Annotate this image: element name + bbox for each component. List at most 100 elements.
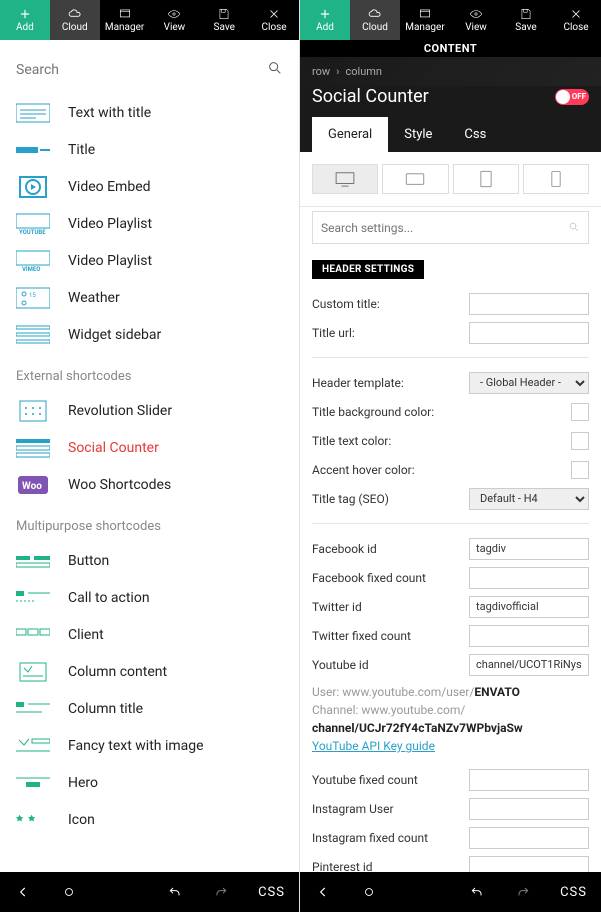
svg-text:YOUTUBE: YOUTUBE [19,229,46,235]
search-row [0,40,299,94]
icon-icon [16,809,50,831]
swatch-title-bg[interactable] [571,403,589,421]
save-button[interactable]: Save [199,0,249,40]
input-custom-title[interactable] [469,293,589,315]
save-icon [517,7,535,21]
input-tw-id[interactable] [469,596,589,618]
off-toggle[interactable]: OFF [555,89,589,105]
toolbar-left: Add Cloud Manager View Save Close [0,0,299,40]
element-item[interactable]: Icon [0,801,299,838]
css-label[interactable]: CSS [560,885,587,900]
element-item[interactable]: WooWoo Shortcodes [0,466,299,503]
desktop-icon [334,171,356,187]
element-item[interactable]: Column content [0,653,299,690]
element-label: Hero [68,775,98,791]
toolbar-right: Add Cloud Manager View Save Close [300,0,601,40]
view-button[interactable]: View [149,0,199,40]
svg-text:Woo: Woo [22,481,42,492]
element-item[interactable]: Column title [0,690,299,727]
input-title-url[interactable] [469,322,589,344]
breadcrumb: row › column [300,57,601,86]
plus-icon [316,7,334,21]
input-tw-fixed[interactable] [469,625,589,647]
cloud-icon [66,7,84,21]
select-header-template[interactable]: - Global Header - [469,372,589,394]
device-row [300,152,601,207]
element-item[interactable]: VIMEOVideo Playlist [0,242,299,279]
settings-scroll[interactable]: HEADER SETTINGS Custom title: Title url:… [300,254,601,872]
element-item[interactable]: Video Embed [0,168,299,205]
breadcrumb-row[interactable]: row [312,65,330,78]
element-item[interactable]: Social Counter [0,429,299,466]
css-label[interactable]: CSS [258,885,285,900]
weather-icon: 15 [16,287,50,309]
search-input[interactable] [16,58,267,82]
element-item[interactable]: Hero [0,764,299,801]
device-desktop[interactable] [312,164,378,194]
label-tw-fixed: Twitter fixed count [312,629,469,643]
undo-icon[interactable] [468,883,486,901]
view-button[interactable]: View [451,0,501,40]
chevron-left-icon[interactable] [314,883,332,901]
element-item[interactable]: Title [0,131,299,168]
label-title-tag: Title tag (SEO) [312,492,469,506]
input-yt-id[interactable] [469,654,589,676]
save-button[interactable]: Save [501,0,551,40]
element-item[interactable]: Revolution Slider [0,392,299,429]
redo-icon[interactable] [514,883,532,901]
element-label: Call to action [68,590,150,606]
manager-button[interactable]: Manager [100,0,150,40]
manager-button[interactable]: Manager [400,0,450,40]
settings-search-input[interactable] [321,221,568,235]
search-icon[interactable] [568,218,580,237]
device-tablet-portrait[interactable] [453,164,519,194]
device-phone[interactable] [523,164,589,194]
tab-css[interactable]: Css [448,117,502,152]
select-title-tag[interactable]: Default - H4 [469,488,589,510]
undo-icon[interactable] [166,883,184,901]
element-item[interactable]: Fancy text with image [0,727,299,764]
element-item[interactable]: YOUTUBEVideo Playlist [0,205,299,242]
tab-style[interactable]: Style [388,117,448,152]
add-button[interactable]: Add [300,0,350,40]
breadcrumb-column[interactable]: column [345,65,382,78]
element-item[interactable]: 15Weather [0,279,299,316]
tablet-portrait-icon [480,170,492,188]
close-button[interactable]: Close [551,0,601,40]
svg-text:15: 15 [29,292,36,299]
device-tablet-landscape[interactable] [382,164,448,194]
chevron-left-icon[interactable] [14,883,32,901]
element-item[interactable]: Text with title [0,94,299,131]
input-pin-id[interactable] [469,856,589,873]
elements-list[interactable]: Text with titleTitleVideo EmbedYOUTUBEVi… [0,94,299,872]
cloud-button[interactable]: Cloud [350,0,400,40]
circle-icon[interactable] [60,883,78,901]
search-icon[interactable] [267,60,283,80]
play-icon [16,176,50,198]
label-yt-id: Youtube id [312,658,469,672]
input-yt-fixed[interactable] [469,769,589,791]
cloud-button[interactable]: Cloud [50,0,100,40]
element-item[interactable]: Call to action [0,579,299,616]
youtube-api-link[interactable]: YouTube API Key guide [312,739,435,753]
element-item[interactable]: Widget sidebar [0,316,299,353]
content-bar: CONTENT [300,40,601,57]
input-fb-fixed[interactable] [469,567,589,589]
element-label: Client [68,627,104,643]
text-lines-icon [16,102,50,124]
tab-general[interactable]: General [312,117,388,152]
add-button[interactable]: Add [0,0,50,40]
element-item[interactable]: Button [0,542,299,579]
input-ig-user[interactable] [469,798,589,820]
element-item[interactable]: Client [0,616,299,653]
swatch-title-text[interactable] [571,432,589,450]
vimeo-icon: VIMEO [16,250,50,272]
circle-icon[interactable] [360,883,378,901]
swatch-accent[interactable] [571,461,589,479]
element-label: Icon [68,812,95,828]
redo-icon[interactable] [212,883,230,901]
input-ig-fixed[interactable] [469,827,589,849]
close-button[interactable]: Close [249,0,299,40]
input-fb-id[interactable] [469,538,589,560]
element-label: Fancy text with image [68,738,204,754]
